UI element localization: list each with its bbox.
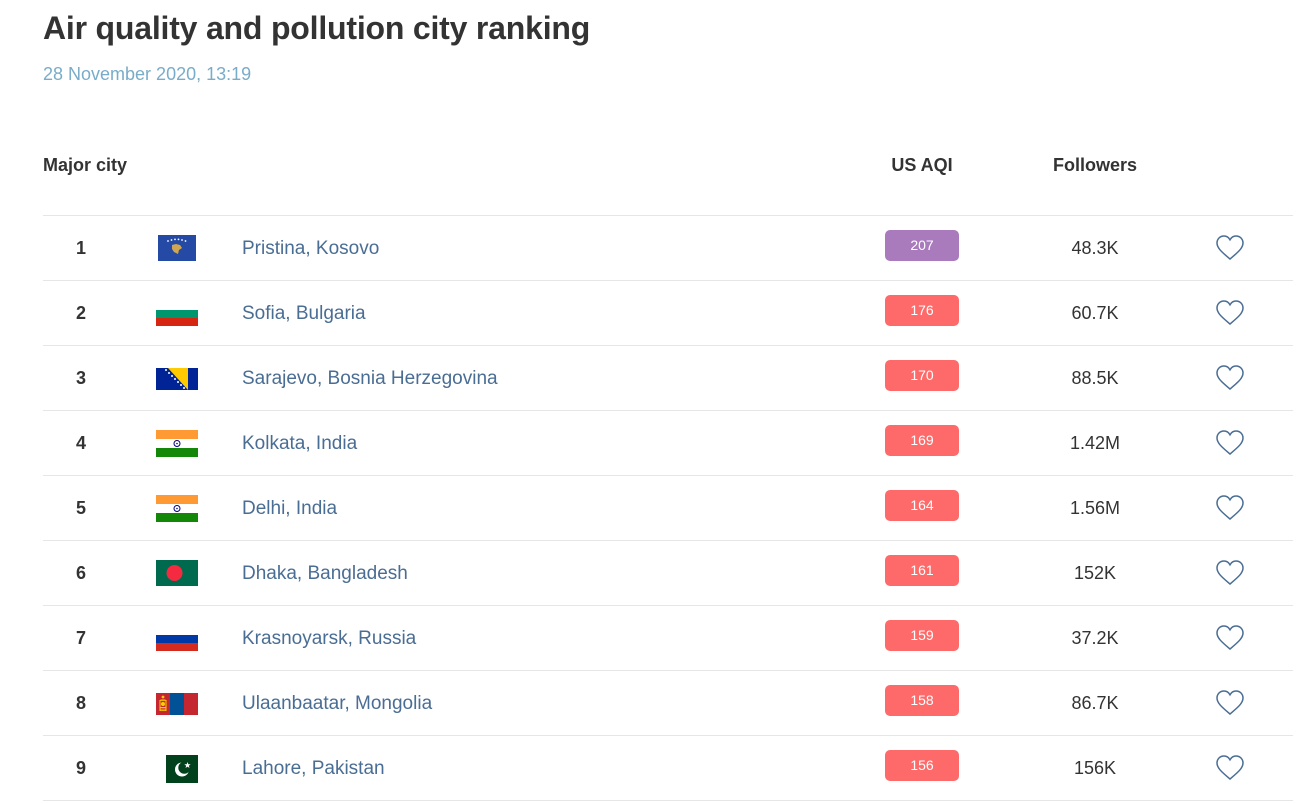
followers-count: 156K [1073,758,1117,778]
russia-flag-icon [156,625,198,653]
rank-number: 7 [75,628,86,648]
heart-icon[interactable] [1215,559,1245,587]
india-flag-icon [156,430,198,458]
city-link[interactable]: Ulaanbaatar, Mongolia [242,693,432,715]
heart-icon[interactable] [1215,234,1245,262]
bosnia-flag-icon [156,365,198,393]
heart-icon[interactable] [1215,624,1245,652]
followers-count: 152K [1073,563,1117,583]
heart-icon[interactable] [1215,364,1245,392]
india-flag-icon [156,495,198,523]
city-link[interactable]: Lahore, Pakistan [242,758,385,780]
city-link[interactable]: Kolkata, India [242,433,357,455]
aqi-badge: 158 [885,685,959,716]
followers-count: 86.7K [1071,693,1119,713]
heart-icon[interactable] [1215,429,1245,457]
rank-number: 4 [75,433,86,453]
aqi-badge: 164 [885,490,959,521]
city-link[interactable]: Sarajevo, Bosnia Herzegovina [242,368,498,390]
table-header: Major city US AQI Followers [43,150,1293,182]
table-row: 1 Pristina, Kosovo 207 48.3K [43,216,1293,281]
aqi-badge: 169 [885,425,959,456]
table-row: 5 Delhi, India 164 1.56M [43,476,1293,541]
table-row: 9 Lahore, Pakistan 156 156K [43,736,1293,801]
followers-count: 1.42M [1069,433,1121,453]
followers-count: 1.56M [1069,498,1121,518]
table-row: 8 Ulaanbaatar, Mongolia 158 86.7K [43,671,1293,736]
city-link[interactable]: Krasnoyarsk, Russia [242,628,416,650]
aqi-badge: 159 [885,620,959,651]
rank-number: 2 [75,303,86,323]
bangladesh-flag-icon [156,560,198,588]
rank-number: 9 [75,758,86,778]
table-row: 3 Sarajevo, Bosnia Herzegovina 170 88.5K [43,346,1293,411]
followers-count: 37.2K [1071,628,1119,648]
pakistan-flag-icon [156,755,198,783]
followers-count: 48.3K [1071,238,1119,258]
heart-icon[interactable] [1215,689,1245,717]
table-row: 6 Dhaka, Bangladesh 161 152K [43,541,1293,606]
aqi-badge: 207 [885,230,959,261]
city-link[interactable]: Delhi, India [242,498,337,520]
rank-number: 1 [75,238,86,258]
followers-count: 88.5K [1071,368,1119,388]
aqi-badge: 170 [885,360,959,391]
table-row: 7 Krasnoyarsk, Russia 159 37.2K [43,606,1293,671]
header-major-city[interactable]: Major city [43,155,127,176]
header-followers[interactable]: Followers [1040,155,1150,176]
heart-icon[interactable] [1215,754,1245,782]
table-row: 2 Sofia, Bulgaria 176 60.7K [43,281,1293,346]
city-link[interactable]: Pristina, Kosovo [242,238,379,260]
ranking-table: 1 Pristina, Kosovo 207 48.3K 2 Sofia, Bu… [43,215,1293,801]
bulgaria-flag-icon [156,300,198,328]
rank-number: 8 [75,693,86,713]
rank-number: 3 [75,368,86,388]
heart-icon[interactable] [1215,494,1245,522]
city-link[interactable]: Sofia, Bulgaria [242,303,366,325]
page-title: Air quality and pollution city ranking [43,10,591,46]
header-us-aqi[interactable]: US AQI [885,155,959,176]
mongolia-flag-icon [156,690,198,718]
city-link[interactable]: Dhaka, Bangladesh [242,563,408,585]
ranking-date: 28 November 2020, 13:19 [43,64,252,84]
followers-count: 60.7K [1071,303,1119,323]
rank-number: 6 [75,563,86,583]
aqi-badge: 161 [885,555,959,586]
aqi-badge: 156 [885,750,959,781]
aqi-badge: 176 [885,295,959,326]
heart-icon[interactable] [1215,299,1245,327]
rank-number: 5 [75,498,86,518]
table-row: 4 Kolkata, India 169 1.42M [43,411,1293,476]
kosovo-flag-icon [156,235,198,263]
